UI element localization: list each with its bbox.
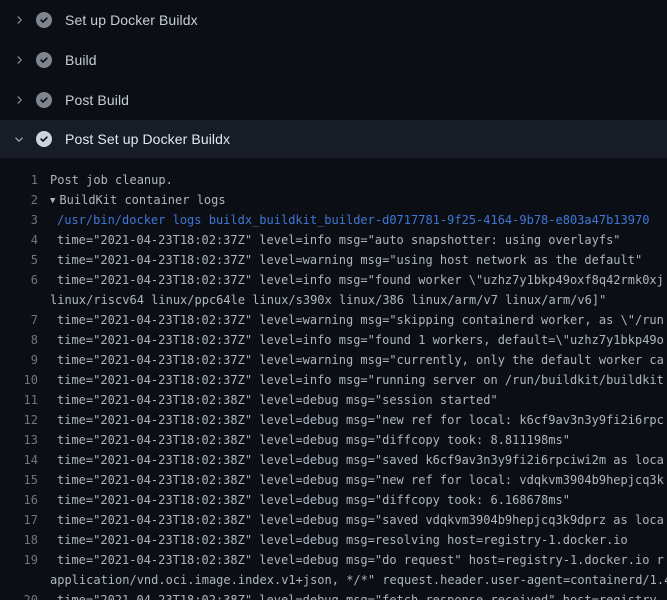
log-line-number[interactable]: 9 [0, 350, 38, 370]
step-header-set-up-docker-buildx[interactable]: Set up Docker Buildx [0, 0, 667, 40]
log-line-number[interactable]: 11 [0, 390, 38, 410]
step-header-build[interactable]: Build [0, 40, 667, 80]
log-line-text: time="2021-04-23T18:02:38Z" level=debug … [57, 490, 570, 510]
log-line: 20 time="2021-04-23T18:02:38Z" level=deb… [0, 590, 667, 600]
log-line: 6 time="2021-04-23T18:02:37Z" level=info… [0, 270, 667, 290]
log-line-number[interactable]: 3 [0, 210, 38, 230]
log-line: 9 time="2021-04-23T18:02:37Z" level=warn… [0, 350, 667, 370]
log-line-text: time="2021-04-23T18:02:37Z" level=info m… [57, 370, 664, 390]
log-line-text: time="2021-04-23T18:02:38Z" level=debug … [57, 450, 664, 470]
log-line: 16 time="2021-04-23T18:02:38Z" level=deb… [0, 490, 667, 510]
log-line: linux/riscv64 linux/ppc64le linux/s390x … [0, 290, 667, 310]
step-label: Post Set up Docker Buildx [65, 131, 230, 147]
log-line-number[interactable]: 20 [0, 590, 38, 600]
log-line-text: application/vnd.oci.image.index.v1+json,… [50, 570, 667, 590]
log-line: 1 Post job cleanup. [0, 170, 667, 190]
log-line-number[interactable]: 14 [0, 450, 38, 470]
log-line-number[interactable]: 13 [0, 430, 38, 450]
log-line: 2 ▼BuildKit container logs [0, 190, 667, 210]
chevron-right-icon [12, 53, 26, 67]
log-line-number[interactable]: 1 [0, 170, 38, 190]
log-line: 19 time="2021-04-23T18:02:38Z" level=deb… [0, 550, 667, 570]
log-line: 4 time="2021-04-23T18:02:37Z" level=info… [0, 230, 667, 250]
log-line-text: time="2021-04-23T18:02:37Z" level=warnin… [57, 310, 664, 330]
log-line-number[interactable]: 6 [0, 270, 38, 290]
log-line-number[interactable]: 15 [0, 470, 38, 490]
log-line-text: time="2021-04-23T18:02:38Z" level=debug … [57, 510, 664, 530]
log-line-number[interactable]: 16 [0, 490, 38, 510]
log-pane: 1 Post job cleanup. 2 ▼BuildKit containe… [0, 158, 667, 600]
check-circle-icon [36, 12, 52, 28]
log-line: 17 time="2021-04-23T18:02:38Z" level=deb… [0, 510, 667, 530]
log-line-number[interactable]: 17 [0, 510, 38, 530]
log-line-text: time="2021-04-23T18:02:38Z" level=debug … [57, 550, 664, 570]
log-line-number[interactable] [0, 290, 38, 310]
log-line-number[interactable] [0, 570, 38, 590]
check-circle-icon [36, 52, 52, 68]
log-line-number[interactable]: 2 [0, 190, 38, 210]
log-line-text: time="2021-04-23T18:02:37Z" level=warnin… [57, 350, 664, 370]
log-line-number[interactable]: 4 [0, 230, 38, 250]
log-line-text: time="2021-04-23T18:02:37Z" level=info m… [57, 230, 621, 250]
log-line-text: time="2021-04-23T18:02:37Z" level=info m… [57, 330, 664, 350]
log-line-text: time="2021-04-23T18:02:37Z" level=info m… [57, 270, 664, 290]
log-line-number[interactable]: 5 [0, 250, 38, 270]
log-line-text: time="2021-04-23T18:02:38Z" level=debug … [57, 590, 664, 600]
log-line-number[interactable]: 18 [0, 530, 38, 550]
log-line: 15 time="2021-04-23T18:02:38Z" level=deb… [0, 470, 667, 490]
log-line: 14 time="2021-04-23T18:02:38Z" level=deb… [0, 450, 667, 470]
step-header-post-build[interactable]: Post Build [0, 80, 667, 120]
log-line: 7 time="2021-04-23T18:02:37Z" level=warn… [0, 310, 667, 330]
log-line: 18 time="2021-04-23T18:02:38Z" level=deb… [0, 530, 667, 550]
actions-log-viewer: Set up Docker Buildx Build P [0, 0, 667, 600]
log-line-text: time="2021-04-23T18:02:38Z" level=debug … [57, 530, 628, 550]
log-line: 10 time="2021-04-23T18:02:37Z" level=inf… [0, 370, 667, 390]
log-line-number[interactable]: 10 [0, 370, 38, 390]
log-line-text: time="2021-04-23T18:02:38Z" level=debug … [57, 410, 664, 430]
check-circle-icon [36, 131, 52, 147]
log-line-text: Post job cleanup. [50, 170, 173, 190]
step-header-post-set-up-docker-buildx[interactable]: Post Set up Docker Buildx [0, 120, 667, 158]
group-expand-triangle-icon: ▼ [50, 191, 55, 210]
log-line-text: time="2021-04-23T18:02:38Z" level=debug … [57, 430, 570, 450]
log-line: 12 time="2021-04-23T18:02:38Z" level=deb… [0, 410, 667, 430]
log-line-number[interactable]: 7 [0, 310, 38, 330]
log-line: 8 time="2021-04-23T18:02:37Z" level=info… [0, 330, 667, 350]
log-line-number[interactable]: 8 [0, 330, 38, 350]
log-line-text: linux/riscv64 linux/ppc64le linux/s390x … [50, 290, 606, 310]
log-line-number[interactable]: 19 [0, 550, 38, 570]
log-line-text[interactable]: ▼BuildKit container logs [50, 190, 226, 210]
log-line: 3 /usr/bin/docker logs buildx_buildkit_b… [0, 210, 667, 230]
steps-list: Set up Docker Buildx Build P [0, 0, 667, 158]
log-line: 13 time="2021-04-23T18:02:38Z" level=deb… [0, 430, 667, 450]
log-line-number[interactable]: 12 [0, 410, 38, 430]
log-line: 11 time="2021-04-23T18:02:38Z" level=deb… [0, 390, 667, 410]
step-label: Set up Docker Buildx [65, 12, 198, 28]
log-line: application/vnd.oci.image.index.v1+json,… [0, 570, 667, 590]
log-line-text: time="2021-04-23T18:02:37Z" level=warnin… [57, 250, 642, 270]
chevron-right-icon [12, 93, 26, 107]
log-line-text: time="2021-04-23T18:02:38Z" level=debug … [57, 470, 664, 490]
log-line: 5 time="2021-04-23T18:02:37Z" level=warn… [0, 250, 667, 270]
step-label: Build [65, 52, 97, 68]
log-line-text: /usr/bin/docker logs buildx_buildkit_bui… [57, 210, 649, 230]
step-label: Post Build [65, 92, 129, 108]
check-circle-icon [36, 92, 52, 108]
chevron-right-icon [12, 13, 26, 27]
chevron-down-icon [12, 132, 26, 146]
log-line-text: time="2021-04-23T18:02:38Z" level=debug … [57, 390, 498, 410]
